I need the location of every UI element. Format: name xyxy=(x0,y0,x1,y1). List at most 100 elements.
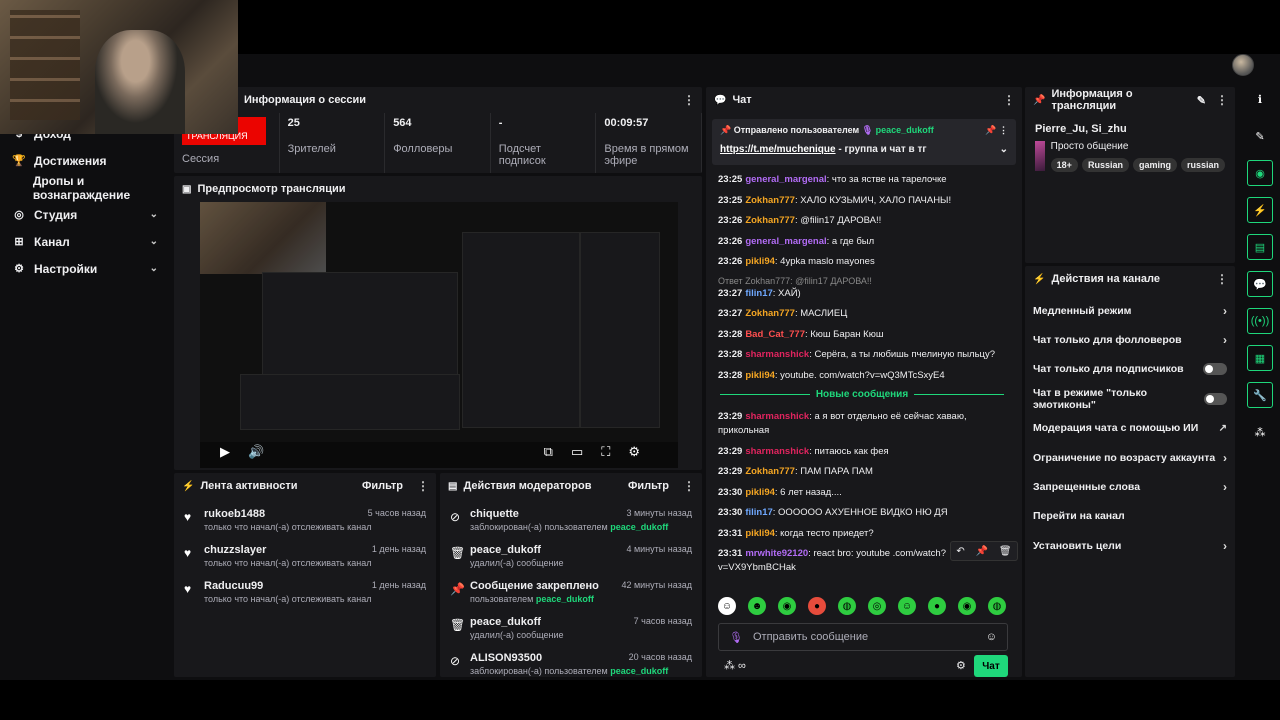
emote-icon[interactable]: ☺ xyxy=(898,597,916,615)
dots-icon[interactable]: ⁂ xyxy=(1247,419,1273,445)
activity-item[interactable]: ♥ chuzzslayer 1 день назад только что начал… xyxy=(174,539,436,575)
sidebar-item[interactable]: ◎ Студия ⌄ xyxy=(0,201,172,228)
emote-icon[interactable]: ● xyxy=(808,597,826,615)
modaction-item[interactable]: 🗑 peace_dukoff 7 часов назад удалил(-а) соо… xyxy=(440,611,702,647)
emote-icon[interactable]: ☻ xyxy=(748,597,766,615)
user-avatar[interactable] xyxy=(1232,54,1254,76)
emoji-icon[interactable]: ☺ xyxy=(986,631,997,643)
sidebar-item[interactable]: ⚙ Настройки ⌄ xyxy=(0,255,172,282)
chat-username[interactable]: mrwhite92120 xyxy=(745,548,808,559)
more-icon[interactable]: ⋮ xyxy=(683,93,695,107)
modaction-item[interactable]: 🗑 peace_dukoff 4 минуты назад удалил(-а) со… xyxy=(440,539,702,575)
fullscreen-icon[interactable]: ⛶ xyxy=(601,444,610,460)
more-icon[interactable]: ⋮ xyxy=(683,479,695,493)
pencil-icon[interactable]: ✎ xyxy=(1247,123,1273,149)
unpin-icon[interactable]: 📌 ⋮ xyxy=(985,125,1008,136)
tag-pill[interactable]: 18+ xyxy=(1050,158,1078,172)
chat-message[interactable]: 23:28 Bad_Cat_777: Кюш Баран Кюш xyxy=(706,328,1018,342)
chat-message[interactable]: 23:25 Zokhan777: ХАЛО КУЗЬМИЧ, ХАЛО ПАЧАН… xyxy=(706,194,1018,208)
modaction-moderator[interactable]: peace_dukoff xyxy=(610,522,668,532)
chat-message[interactable]: 23:27 filin17: ХАЙ) xyxy=(706,287,1018,301)
chat-message[interactable]: 23:25 general_margenal: что за ястве на т… xyxy=(706,173,1018,187)
more-icon[interactable]: ⋮ xyxy=(417,479,429,493)
chat-message[interactable]: 23:30 filin17: ОООООО АХУЕННОЕ ВИДКО НЮ Д… xyxy=(706,506,1018,520)
chat-username[interactable]: pikli94 xyxy=(745,256,775,267)
volume-icon[interactable]: 🔊 xyxy=(248,444,264,460)
theater-icon[interactable]: ▭ xyxy=(571,444,583,460)
more-icon[interactable]: ⋮ xyxy=(1003,93,1015,107)
pip-icon[interactable]: ⧉ xyxy=(544,444,553,460)
wrench-icon[interactable]: 🔧 xyxy=(1247,382,1273,408)
tag-pill[interactable]: Russian xyxy=(1081,158,1129,172)
play-icon[interactable]: ▶ xyxy=(220,444,230,460)
emote-icon[interactable]: ◎ xyxy=(868,597,886,615)
chat-username[interactable]: general_margenal xyxy=(745,236,826,247)
points-icon[interactable]: ⁂ ∞ xyxy=(724,659,746,672)
modaction-moderator[interactable]: peace_dukoff xyxy=(536,594,594,604)
channel-action[interactable]: Установить цели › xyxy=(1025,531,1235,560)
chat-message[interactable]: 23:29 Zokhan777: ПАМ ПАРА ПАМ xyxy=(706,465,1018,479)
toggle-switch[interactable] xyxy=(1204,392,1227,405)
emote-icon[interactable]: ● xyxy=(928,597,946,615)
channel-action[interactable]: Медленный режим › xyxy=(1025,296,1235,325)
chat-username[interactable]: sharmanshick xyxy=(745,446,809,457)
more-icon[interactable]: ⋮ xyxy=(1216,272,1228,286)
chat-message[interactable]: 23:31 pikli94: когда тесто приедет? xyxy=(706,527,1018,541)
tag-pill[interactable]: gaming xyxy=(1132,158,1177,172)
sidebar-item[interactable]: Дропы и вознаграждение xyxy=(0,174,172,202)
emote-icon[interactable]: ◉ xyxy=(778,597,796,615)
chat-username[interactable]: pikli94 xyxy=(745,487,775,498)
channel-action[interactable]: Модерация чата с помощью ИИ ↗ xyxy=(1025,414,1235,443)
chevron-down-icon[interactable]: ⌄ xyxy=(150,263,158,274)
chat-message[interactable]: 23:27 Zokhan777: МАСЛИЕЦ xyxy=(706,307,1018,321)
chevron-down-icon[interactable]: ⌄ xyxy=(1000,144,1008,155)
modaction-moderator[interactable]: peace_dukoff xyxy=(610,666,668,676)
more-icon[interactable]: ⋮ xyxy=(1216,93,1228,107)
activity-filter-button[interactable]: Фильтр xyxy=(362,480,403,492)
sidebar-item[interactable]: 🏆 Достижения xyxy=(0,147,172,174)
chat-username[interactable]: Zokhan777 xyxy=(745,466,795,477)
chat-username[interactable]: Bad_Cat_777 xyxy=(745,329,805,340)
chat-send-button[interactable]: Чат xyxy=(974,655,1008,677)
tag-pill[interactable]: russian xyxy=(1180,158,1225,172)
chat-message[interactable]: 23:28 pikli94: youtube. com/watch?v=wQ3MT… xyxy=(706,369,1018,383)
chat-message[interactable]: 23:29 sharmanshick: а я вот отдельно её с… xyxy=(706,410,1018,438)
pinned-link[interactable]: https://t.me/muchenique xyxy=(720,144,836,155)
modaction-item[interactable]: ⊘ chiquette 3 минуты назад заблокирован(-а)… xyxy=(440,503,702,539)
chat-username[interactable]: pikli94 xyxy=(745,370,775,381)
emote-icon[interactable]: ◍ xyxy=(988,597,1006,615)
chat-username[interactable]: Zokhan777 xyxy=(745,215,795,226)
chat-username[interactable]: pikli94 xyxy=(745,528,775,539)
emote-icon[interactable]: ◍ xyxy=(838,597,856,615)
pin-message-icon[interactable]: 📌 xyxy=(976,546,988,557)
channel-action[interactable]: Запрещенные слова › xyxy=(1025,472,1235,501)
delete-icon[interactable]: 🗑 xyxy=(999,546,1012,557)
channel-action[interactable]: Ограничение по возрасту аккаунта › xyxy=(1025,443,1235,472)
chat-message[interactable]: 23:28 sharmanshick: Серёга, а ты любишь п… xyxy=(706,348,1018,362)
chat-username[interactable]: Zokhan777 xyxy=(745,195,795,206)
settings-icon[interactable]: ⚙ xyxy=(628,444,640,460)
chat-username[interactable]: filin17 xyxy=(745,507,772,518)
edit-icon[interactable]: ✎ xyxy=(1197,94,1206,107)
channel-action[interactable]: Чат только для фолловеров › xyxy=(1025,325,1235,354)
toggle-switch[interactable] xyxy=(1203,363,1227,376)
channel-action[interactable]: Перейти на канал xyxy=(1025,502,1235,531)
chevron-down-icon[interactable]: ⌄ xyxy=(150,236,158,247)
chat-message[interactable]: 23:26 Zokhan777: @filin17 ДАРОВА!! xyxy=(706,214,1018,228)
chat-username[interactable]: Zokhan777 xyxy=(745,308,795,319)
sidebar-item[interactable]: ⊞ Канал ⌄ xyxy=(0,228,172,255)
reply-icon[interactable]: ↶ xyxy=(956,546,964,557)
chevron-down-icon[interactable]: ⌄ xyxy=(150,209,158,220)
camera-icon[interactable]: ◉ xyxy=(1247,160,1273,186)
chat-message[interactable]: 23:30 pikli94: 6 лет назад.... xyxy=(706,486,1018,500)
lightning-icon[interactable]: ⚡ xyxy=(1247,197,1273,223)
layout-icon[interactable]: ▦ xyxy=(1247,345,1273,371)
stream-preview[interactable]: ▶ 🔊 ⧉ ▭ ⛶ ⚙ xyxy=(200,202,678,468)
activity-item[interactable]: ♥ Raducuu99 1 день назад только что начал(-… xyxy=(174,575,436,611)
emote-icon[interactable]: ◉ xyxy=(958,597,976,615)
chat-username[interactable]: sharmanshick xyxy=(745,411,809,422)
chat-bubble-icon[interactable]: 💬 xyxy=(1247,271,1273,297)
channel-action[interactable]: Чат в режиме "только эмотиконы" xyxy=(1025,384,1235,413)
broadcast-icon[interactable]: ((•)) xyxy=(1247,308,1273,334)
pinned-by-user[interactable]: peace_dukoff xyxy=(876,125,934,136)
